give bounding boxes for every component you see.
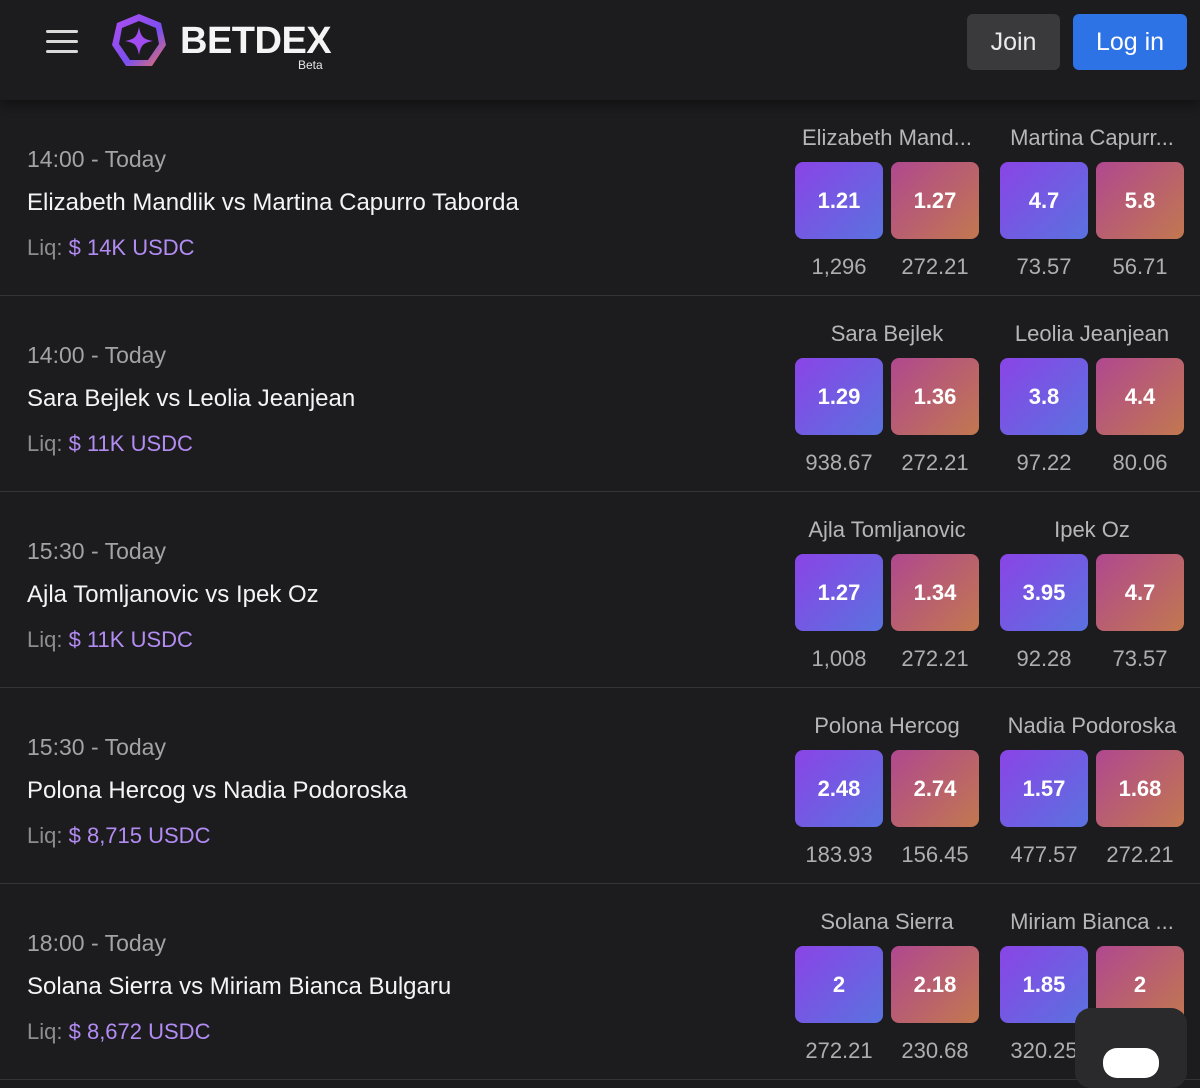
liquidity-amount: $ 14K USDC (68, 235, 195, 260)
event-liquidity: Liq: $ 11K USDC (27, 627, 319, 653)
lay-odds-button[interactable]: 1.27 (891, 162, 979, 239)
event-title[interactable]: Polona Hercog vs Nadia Podoroska (27, 777, 407, 805)
available-stake: 73.57 (1112, 646, 1168, 671)
event-info: 15:30 - Today Ajla Tomljanovic vs Ipek O… (27, 538, 319, 653)
liquidity-amount: $ 11K USDC (68, 431, 193, 456)
event-time: 14:00 - Today (27, 146, 166, 172)
available-stake: 272.21 (1106, 842, 1174, 867)
event-title[interactable]: Solana Sierra vs Miriam Bianca Bulgaru (27, 973, 451, 1001)
selection-name-a: Ajla Tomljanovic (808, 517, 966, 542)
betdex-logo[interactable]: BETDEX Beta (110, 12, 350, 74)
available-stake: 1,008 (811, 646, 867, 671)
back-odds-button[interactable]: 1.27 (795, 554, 883, 631)
selection-name-a: Polona Hercog (814, 713, 960, 738)
back-odds-button[interactable]: 1.29 (795, 358, 883, 435)
lay-odds-button[interactable]: 1.36 (891, 358, 979, 435)
available-stake: 938.67 (805, 450, 873, 475)
liquidity-label: Liq: (27, 431, 63, 456)
event-info: 18:00 - Today Solana Sierra vs Miriam Bi… (27, 930, 451, 1045)
chat-widget-button[interactable] (1075, 1008, 1187, 1088)
back-odds-button[interactable]: 1.57 (1000, 750, 1088, 827)
selection-name-a: Elizabeth Mand... (802, 125, 972, 150)
available-stake: 56.71 (1112, 254, 1168, 279)
liquidity-label: Liq: (27, 627, 63, 652)
available-stake: 97.22 (1016, 450, 1072, 475)
event-liquidity: Liq: $ 14K USDC (27, 235, 519, 261)
selection-name-b: Ipek Oz (1054, 517, 1130, 542)
event-list: 14:00 - Today Elizabeth Mandlik vs Marti… (0, 100, 1200, 1080)
selection-name-b: Nadia Podoroska (1007, 713, 1177, 738)
selection-name-b: Miriam Bianca ... (1010, 909, 1174, 934)
liquidity-label: Liq: (27, 1019, 63, 1044)
back-odds-button[interactable]: 3.95 (1000, 554, 1088, 631)
login-button[interactable]: Log in (1073, 14, 1187, 70)
menu-line (46, 30, 78, 33)
lay-odds-button[interactable]: 4.4 (1096, 358, 1184, 435)
event-title[interactable]: Ajla Tomljanovic vs Ipek Oz (27, 581, 319, 609)
back-odds-button[interactable]: 3.8 (1000, 358, 1088, 435)
event-liquidity: Liq: $ 8,672 USDC (27, 1019, 451, 1045)
lay-odds-button[interactable]: 2.18 (891, 946, 979, 1023)
lay-odds-button[interactable]: 2.74 (891, 750, 979, 827)
liquidity-label: Liq: (27, 823, 63, 848)
available-stake: 272.21 (901, 254, 969, 279)
selection-name-a: Sara Bejlek (830, 321, 944, 346)
back-odds-button[interactable]: 2 (795, 946, 883, 1023)
event-time: 14:00 - Today (27, 342, 166, 368)
available-stake: 92.28 (1016, 646, 1072, 671)
event-title[interactable]: Sara Bejlek vs Leolia Jeanjean (27, 385, 355, 413)
available-stake: 80.06 (1112, 450, 1168, 475)
back-odds-button[interactable]: 1.21 (795, 162, 883, 239)
available-stake: 272.21 (805, 1038, 873, 1063)
join-button[interactable]: Join (967, 14, 1060, 70)
back-odds-button[interactable]: 2.48 (795, 750, 883, 827)
event-info: 15:30 - Today Polona Hercog vs Nadia Pod… (27, 734, 407, 849)
available-stake: 272.21 (901, 646, 969, 671)
event-liquidity: Liq: $ 11K USDC (27, 431, 355, 457)
beta-tag: Beta (298, 58, 323, 72)
liquidity-amount: $ 11K USDC (68, 627, 193, 652)
betdex-logo-icon (112, 14, 166, 66)
menu-line (46, 50, 78, 53)
hamburger-menu-icon[interactable] (44, 28, 80, 56)
event-row[interactable]: 18:00 - Today Solana Sierra vs Miriam Bi… (0, 884, 1200, 1080)
available-stake: 183.93 (805, 842, 873, 867)
liquidity-amount: $ 8,672 USDC (68, 1019, 211, 1044)
back-odds-button[interactable]: 1.85 (1000, 946, 1088, 1023)
event-title[interactable]: Elizabeth Mandlik vs Martina Capurro Tab… (27, 189, 519, 217)
event-row[interactable]: 14:00 - Today Elizabeth Mandlik vs Marti… (0, 100, 1200, 296)
lay-odds-button[interactable]: 4.7 (1096, 554, 1184, 631)
selection-name-b: Leolia Jeanjean (1014, 321, 1170, 346)
event-row[interactable]: 15:30 - Today Ajla Tomljanovic vs Ipek O… (0, 492, 1200, 688)
lay-odds-button[interactable]: 5.8 (1096, 162, 1184, 239)
liquidity-label: Liq: (27, 235, 63, 260)
menu-line (46, 40, 78, 43)
event-liquidity: Liq: $ 8,715 USDC (27, 823, 407, 849)
selection-name-a: Solana Sierra (820, 909, 954, 934)
event-row[interactable]: 14:00 - Today Sara Bejlek vs Leolia Jean… (0, 296, 1200, 492)
available-stake: 477.57 (1010, 842, 1078, 867)
logo-wordmark: BETDEX (180, 20, 332, 62)
available-stake: 230.68 (901, 1038, 969, 1063)
lay-odds-button[interactable]: 1.34 (891, 554, 979, 631)
event-time: 15:30 - Today (27, 538, 166, 564)
available-stake: 73.57 (1016, 254, 1072, 279)
event-time: 18:00 - Today (27, 930, 166, 956)
chat-bubble-icon (1103, 1048, 1159, 1078)
selection-name-b: Martina Capurr... (1010, 125, 1174, 150)
available-stake: 272.21 (901, 450, 969, 475)
top-header: BETDEX Beta Join Log in (0, 0, 1200, 100)
available-stake: 1,296 (811, 254, 867, 279)
available-stake: 156.45 (901, 842, 969, 867)
lay-odds-button[interactable]: 1.68 (1096, 750, 1184, 827)
event-info: 14:00 - Today Elizabeth Mandlik vs Marti… (27, 146, 519, 261)
event-row[interactable]: 15:30 - Today Polona Hercog vs Nadia Pod… (0, 688, 1200, 884)
back-odds-button[interactable]: 4.7 (1000, 162, 1088, 239)
event-time: 15:30 - Today (27, 734, 166, 760)
liquidity-amount: $ 8,715 USDC (68, 823, 211, 848)
event-info: 14:00 - Today Sara Bejlek vs Leolia Jean… (27, 342, 355, 457)
